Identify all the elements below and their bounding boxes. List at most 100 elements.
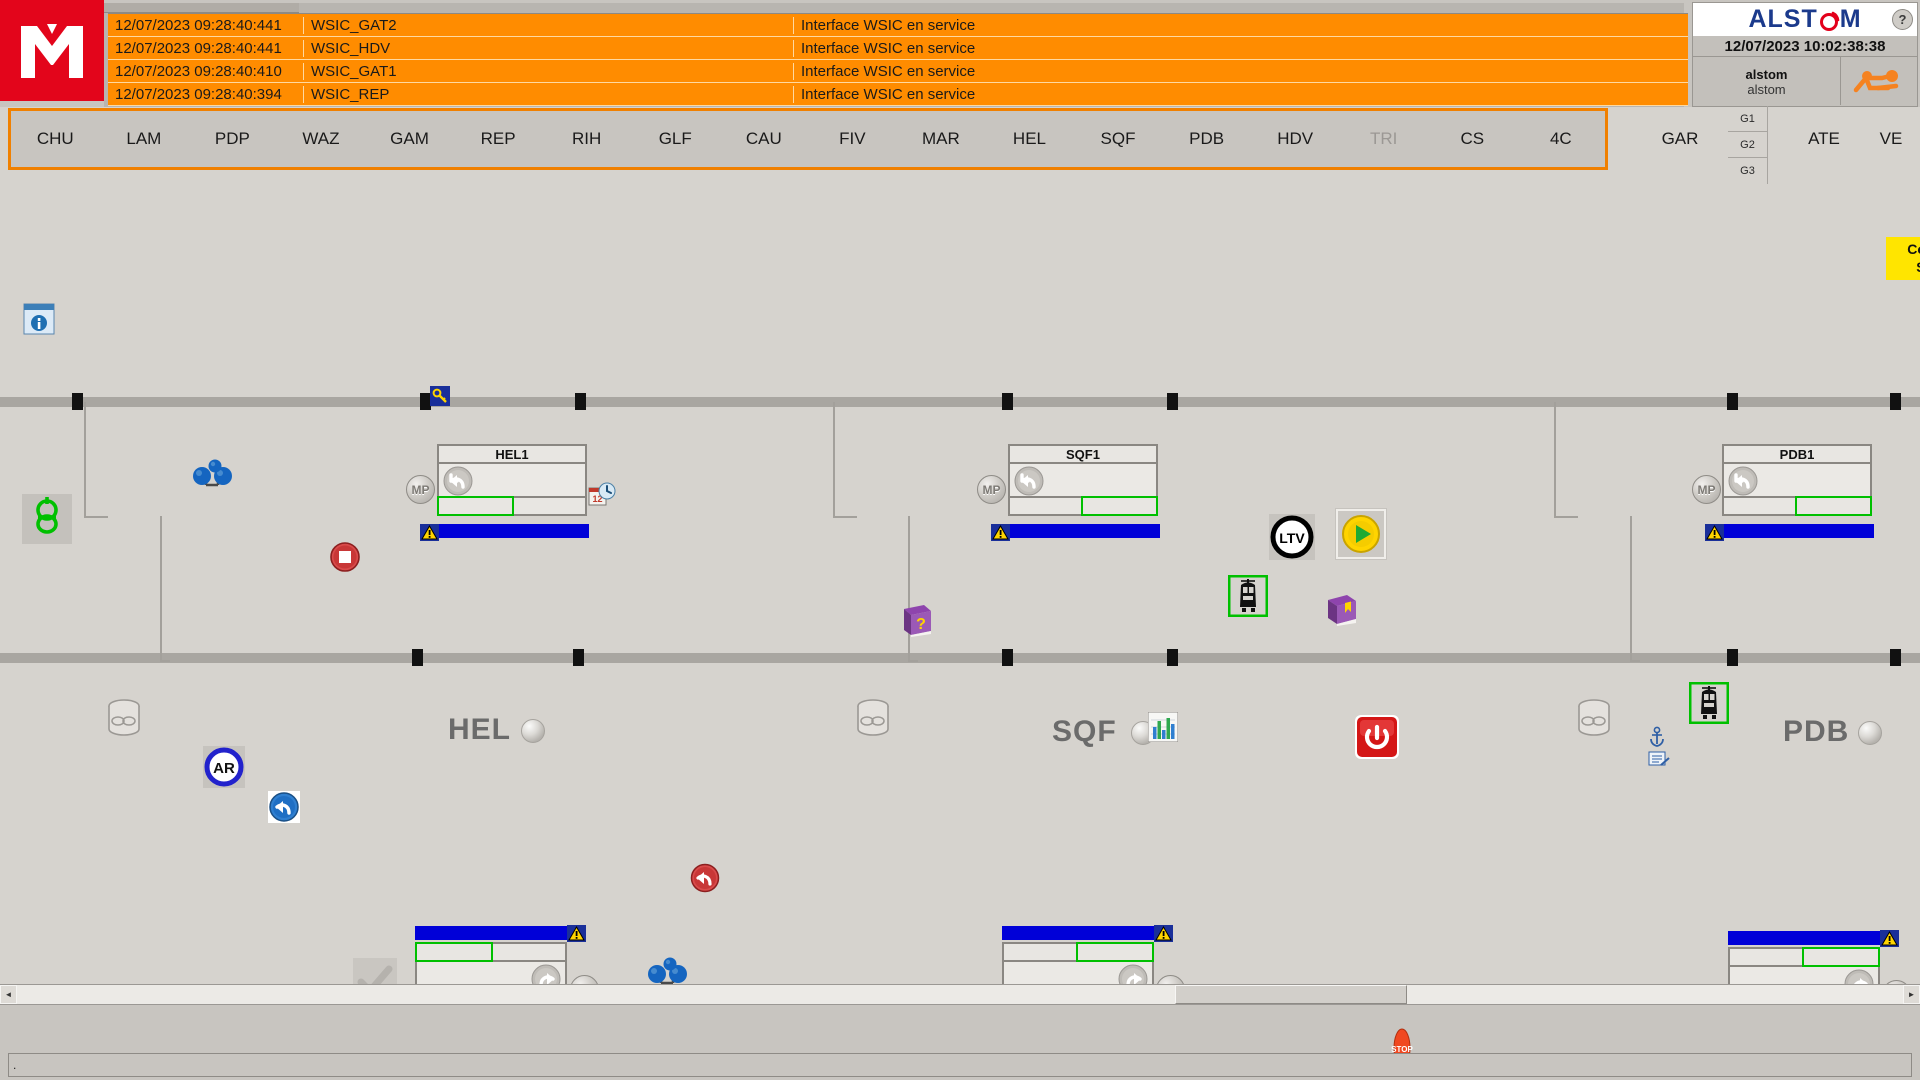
play-yellow-circle-icon[interactable] <box>1335 508 1387 560</box>
platform-trackbar-pdb2[interactable] <box>1728 931 1880 945</box>
alarm-row[interactable]: 12/07/2023 09:28:40:394 WSIC_REP Interface… <box>108 83 1688 106</box>
warning-triangle-icon[interactable] <box>567 925 586 942</box>
ar-badge-icon[interactable]: AR <box>203 746 245 788</box>
nav-station-lam[interactable]: LAM <box>100 129 189 149</box>
platform-segment[interactable] <box>1002 942 1080 962</box>
warning-triangle-icon[interactable] <box>1880 930 1899 947</box>
junction-cylinder-icon[interactable] <box>1576 699 1612 737</box>
platform-trackbar-sqf1[interactable] <box>1008 524 1160 538</box>
nav-station-hel[interactable]: HEL <box>985 129 1074 149</box>
platform-segment-active[interactable] <box>1802 947 1880 967</box>
platform-trackbar-sqf2[interactable] <box>1002 926 1154 940</box>
junction-cylinder-icon[interactable] <box>106 699 142 737</box>
status-input[interactable] <box>8 1053 1912 1077</box>
nav-button-ve[interactable]: VE <box>1862 108 1920 170</box>
bar-chart-icon[interactable] <box>1148 712 1178 742</box>
mp-badge-sqf2[interactable]: MP <box>1156 975 1185 984</box>
train-green-box-icon[interactable] <box>1228 575 1268 617</box>
network-node-icon[interactable] <box>190 454 242 492</box>
platform-trackbar-hel1[interactable] <box>437 524 589 538</box>
nav-station-glf[interactable]: GLF <box>631 129 720 149</box>
platform-segment[interactable] <box>510 496 587 516</box>
scroll-right-arrow-icon[interactable]: ► <box>1903 985 1920 1004</box>
station-indicator-hel[interactable] <box>521 719 545 743</box>
undo-blue-arrow-icon[interactable] <box>268 791 300 823</box>
undo-arrow-icon[interactable] <box>1014 466 1044 496</box>
platform-block-pdb1[interactable]: PDB1 <box>1722 444 1872 516</box>
nav-station-pdp[interactable]: PDP <box>188 129 277 149</box>
question-book-icon[interactable]: ? <box>900 603 934 637</box>
power-red-button-icon[interactable] <box>1353 713 1401 761</box>
nav-station-mar[interactable]: MAR <box>897 129 986 149</box>
scroll-left-arrow-icon[interactable]: ◄ <box>0 985 17 1004</box>
nav-station-rih[interactable]: RIH <box>542 129 631 149</box>
nav-button-ate[interactable]: ATE <box>1780 108 1868 170</box>
platform-block-sqf1[interactable]: SQF1 <box>1008 444 1158 516</box>
checkmark-grey-icon[interactable] <box>353 958 397 984</box>
platform-segment-active[interactable] <box>1076 942 1154 962</box>
undo-arrow-icon[interactable] <box>1728 466 1758 496</box>
nav-station-4c[interactable]: 4C <box>1517 129 1606 149</box>
alarm-row[interactable]: 12/07/2023 09:28:40:441 WSIC_GAT2 Interfac… <box>108 14 1688 37</box>
platform-segment-active[interactable] <box>1795 496 1872 516</box>
platform-segment-active[interactable] <box>1081 496 1158 516</box>
group-button-g3[interactable]: G3 <box>1728 158 1768 184</box>
info-window-icon[interactable] <box>23 303 55 335</box>
platform-segment[interactable] <box>1722 496 1799 516</box>
mp-badge-pdb1[interactable]: MP <box>1692 475 1721 504</box>
train-green-box-icon[interactable] <box>1689 682 1729 724</box>
help-icon[interactable]: ? <box>1892 9 1913 30</box>
nav-station-hdv[interactable]: HDV <box>1251 129 1340 149</box>
anchor-document-icon[interactable] <box>1647 749 1671 769</box>
network-node-icon[interactable] <box>645 952 697 984</box>
platform-segment-active[interactable] <box>415 942 493 962</box>
alarm-row[interactable]: 12/07/2023 09:28:40:410 WSIC_GAT1 Interfac… <box>108 60 1688 83</box>
warning-triangle-icon[interactable] <box>420 524 439 541</box>
metro-m-logo[interactable] <box>0 0 104 101</box>
alarm-table[interactable]: 12/07/2023 09:28:40:441 WSIC_GAT2 Interfac… <box>108 13 1688 107</box>
junction-cylinder-icon[interactable] <box>855 699 891 737</box>
platform-trackbar-hel2[interactable] <box>415 926 567 940</box>
stop-square-icon[interactable] <box>330 542 360 572</box>
green-signal-loop-icon[interactable] <box>22 494 72 544</box>
nav-station-waz[interactable]: WAZ <box>277 129 366 149</box>
mp-badge-hel2[interactable]: MP <box>570 975 599 984</box>
nav-station-rep[interactable]: REP <box>454 129 543 149</box>
mp-badge-sqf1[interactable]: MP <box>977 475 1006 504</box>
nav-station-gam[interactable]: GAM <box>365 129 454 149</box>
nav-button-gar[interactable]: GAR <box>1636 108 1724 170</box>
horizontal-scrollbar[interactable]: ◄ ► <box>0 984 1920 1005</box>
nav-station-chu[interactable]: CHU <box>11 129 100 149</box>
platform-block-pdb2[interactable]: PDB2 <box>1728 947 1880 984</box>
nav-station-pdb[interactable]: PDB <box>1162 129 1251 149</box>
nav-station-fiv[interactable]: FIV <box>808 129 897 149</box>
warning-triangle-icon[interactable] <box>991 524 1010 541</box>
key-yellow-icon[interactable] <box>430 386 450 406</box>
station-indicator-pdb[interactable] <box>1858 721 1882 745</box>
undo-red-arrow-icon[interactable] <box>690 863 720 893</box>
group-button-g1[interactable]: G1 <box>1728 106 1768 132</box>
train-profile-icon[interactable] <box>1841 57 1917 105</box>
platform-block-hel1[interactable]: HEL1 <box>437 444 587 516</box>
platform-segment[interactable] <box>489 942 567 962</box>
warning-triangle-icon[interactable] <box>1705 524 1724 541</box>
warning-triangle-icon[interactable] <box>1154 925 1173 942</box>
scrollbar-thumb[interactable] <box>1175 985 1407 1004</box>
redo-arrow-icon[interactable] <box>1118 964 1148 984</box>
group-button-g2[interactable]: G2 <box>1728 132 1768 158</box>
undo-arrow-icon[interactable] <box>443 466 473 496</box>
platform-block-sqf2[interactable]: SQF2 <box>1002 942 1154 984</box>
calendar-clock-icon[interactable]: 12 <box>588 482 616 510</box>
platform-segment[interactable] <box>1008 496 1085 516</box>
platform-block-hel2[interactable]: HEL2 <box>415 942 567 984</box>
nav-station-cau[interactable]: CAU <box>720 129 809 149</box>
nav-station-tri[interactable]: TRI <box>1339 129 1428 149</box>
bookmark-book-icon[interactable] <box>1325 592 1359 626</box>
track-upper[interactable] <box>0 393 1920 410</box>
nav-station-sqf[interactable]: SQF <box>1074 129 1163 149</box>
nav-station-cs[interactable]: CS <box>1428 129 1517 149</box>
alarm-row[interactable]: 12/07/2023 09:28:40:441 WSIC_HDV Interface… <box>108 37 1688 60</box>
mp-badge-hel1[interactable]: MP <box>406 475 435 504</box>
ltv-badge-icon[interactable]: LTV <box>1269 514 1315 560</box>
platform-trackbar-pdb1[interactable] <box>1722 524 1874 538</box>
